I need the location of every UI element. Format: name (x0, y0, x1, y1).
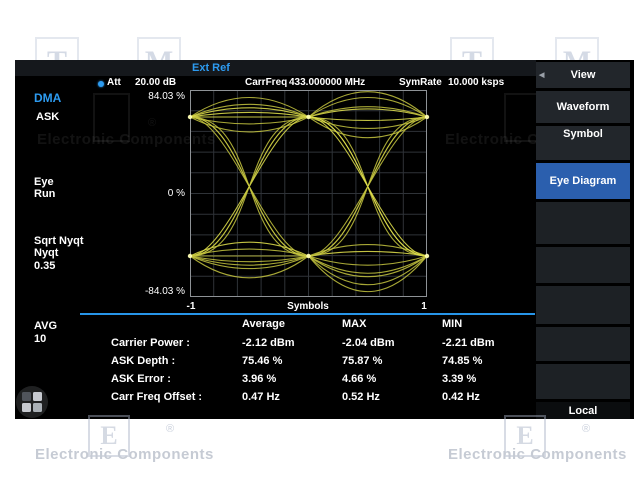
watermark-registered-icon: ® (166, 423, 174, 435)
eye-diagram-button[interactable]: Eye Diagram (536, 163, 630, 199)
row-label-ask-error: ASK Error : (111, 373, 171, 385)
eye-label: Eye (34, 176, 54, 188)
row-label-ask-depth: ASK Depth : (111, 355, 175, 367)
avg-label: AVG (34, 320, 57, 332)
grid-icon-square (33, 403, 42, 412)
x-tick-left: -1 (161, 301, 221, 312)
menu-back-icon: ◀ (539, 71, 544, 79)
results-divider (80, 313, 535, 315)
col-header-max: MAX (342, 318, 366, 330)
waveform-button[interactable]: Waveform (536, 91, 630, 123)
run-label: Run (34, 188, 55, 200)
att-label: Att (107, 77, 121, 88)
table-cell: 4.66 % (342, 373, 376, 385)
window-grid-icon[interactable] (16, 386, 48, 418)
col-header-average: Average (242, 318, 285, 330)
y-tick-top: 84.03 % (125, 91, 185, 102)
symrate-label: SymRate (399, 77, 442, 88)
filter-alpha: 0.35 (34, 260, 55, 272)
watermark-registered-icon: ® (148, 117, 156, 129)
x-axis-title: Symbols (278, 301, 338, 312)
modulation-label: ASK (36, 111, 59, 123)
table-cell: 0.42 Hz (442, 391, 480, 403)
carrfreq-label: CarrFreq (245, 77, 287, 88)
analyzer-screen: E ® Electronic Components E ® Electronic… (15, 60, 634, 419)
local-button[interactable]: Local (536, 402, 630, 419)
table-cell: 3.96 % (242, 373, 276, 385)
att-value: 20.00 dB (135, 77, 176, 88)
empty-softkey (536, 247, 630, 283)
row-label-carrier-power: Carrier Power : (111, 337, 190, 349)
table-cell: 75.87 % (342, 355, 382, 367)
ext-ref-indicator: Ext Ref (192, 62, 230, 74)
view-button[interactable]: ◀ View (536, 62, 630, 88)
filter-label: Sqrt Nyqt (34, 235, 84, 247)
mode-label: DMA (34, 91, 61, 105)
carrfreq-value: 433.000000 MHz (289, 77, 365, 88)
x-tick-right: 1 (394, 301, 454, 312)
avg-value: 10 (34, 333, 46, 345)
table-cell: -2.04 dBm (342, 337, 395, 349)
grid-icon-square (22, 403, 31, 412)
y-tick-bottom: -84.03 % (125, 286, 185, 297)
row-label-carr-freq-offset: Carr Freq Offset : (111, 391, 202, 403)
att-marker-icon (98, 81, 104, 87)
symrate-value: 10.000 ksps (448, 77, 504, 88)
table-cell: 0.47 Hz (242, 391, 280, 403)
watermark-text: Electronic Components (35, 446, 214, 463)
eye-diagram-plot (190, 90, 427, 297)
empty-softkey (536, 202, 630, 244)
softkey-menu: ◀ View Waveform Symbol Bin Hex Eye Diagr… (536, 60, 630, 419)
watermark-text: Electronic Components (448, 446, 627, 463)
col-header-min: MIN (442, 318, 462, 330)
empty-softkey (536, 286, 630, 324)
table-cell: -2.12 dBm (242, 337, 295, 349)
table-cell: 3.39 % (442, 373, 476, 385)
symbol-button[interactable]: Symbol Bin Hex (536, 126, 630, 160)
filter2-label: Nyqt (34, 247, 58, 259)
table-cell: 0.52 Hz (342, 391, 380, 403)
status-bar (15, 60, 536, 76)
y-tick-mid: 0 % (125, 188, 185, 199)
watermark-registered-icon: ® (582, 423, 590, 435)
empty-softkey (536, 327, 630, 361)
grid-icon-square (22, 392, 31, 401)
table-cell: 74.85 % (442, 355, 482, 367)
empty-softkey (536, 364, 630, 399)
table-cell: 75.46 % (242, 355, 282, 367)
table-cell: -2.21 dBm (442, 337, 495, 349)
grid-icon-square (33, 392, 42, 401)
